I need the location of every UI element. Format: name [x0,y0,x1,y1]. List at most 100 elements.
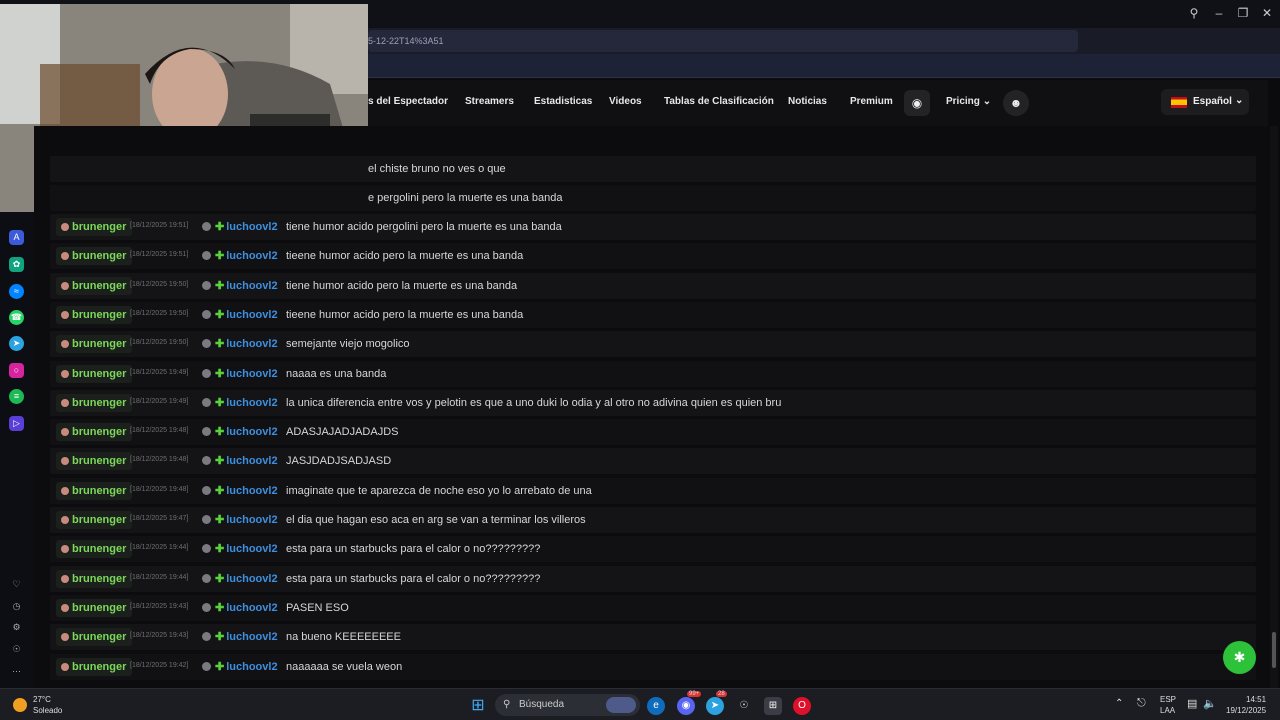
message-text: JASJDADJSADJASD [286,455,392,468]
heart-icon[interactable]: ♡ [9,577,24,592]
channel-user-chip[interactable]: brunenger [56,276,133,295]
player-icon[interactable]: ▷ [9,416,24,431]
message-sender[interactable]: ✚ luchoovl2 [215,542,278,555]
share-button[interactable]: ✱ [1223,641,1256,674]
channel-user-chip[interactable]: brunenger [56,218,133,236]
channel-user-chip[interactable]: brunenger [56,569,133,588]
messenger-icon[interactable]: ≈ [9,284,24,299]
maximize-icon[interactable]: ❐ [1235,6,1251,20]
channel-user-chip[interactable]: brunenger [56,657,133,676]
message-sender[interactable]: ✚ luchoovl2 [215,630,278,643]
spotify-icon[interactable]: ≡ [9,389,24,404]
message-sender[interactable]: ✚ luchoovl2 [215,249,278,262]
channel-user-chip[interactable]: brunenger [56,481,133,500]
vip-gem-icon: ✚ [215,484,225,497]
message-sender[interactable]: ✚ luchoovl2 [215,220,278,233]
channel-user-chip[interactable]: brunenger [56,452,133,471]
message-sender[interactable]: ✚ luchoovl2 [215,337,278,350]
user-icon[interactable]: ☻ [1003,90,1029,116]
input-layout[interactable]: LAA [1160,706,1175,715]
nav-link-premium[interactable]: Premium [850,96,893,107]
nav-link-streamers[interactable]: Streamers [465,96,514,107]
network-icon[interactable]: ▤ [1187,697,1197,710]
channel-user-chip[interactable]: brunenger [56,540,133,559]
instagram-icon[interactable]: ○ [9,363,24,378]
message-sender[interactable]: ✚ luchoovl2 [215,660,278,673]
channel-user-chip[interactable]: brunenger [56,364,133,383]
opera-icon[interactable]: O [793,697,811,715]
message-sender[interactable]: ✚ luchoovl2 [215,396,278,409]
taskbar-search[interactable]: ⚲ Búsqueda [495,694,640,716]
nav-link-tablas[interactable]: Tablas de Clasificación [664,96,774,107]
message-sender[interactable]: ✚ luchoovl2 [215,513,278,526]
nav-link-estadisticas[interactable]: Estadisticas [534,96,592,107]
sender-name: luchoovl2 [226,338,278,351]
channel-user-chip[interactable]: brunenger [56,598,133,617]
channel-user-chip[interactable]: brunenger [56,335,133,354]
more-icon[interactable]: ⋯ [9,664,24,679]
message-sender[interactable]: ✚ luchoovl2 [215,279,278,292]
badge-icon [202,544,211,554]
badge-icon [202,339,211,349]
vip-gem-icon: ✚ [215,660,225,673]
weather-desc[interactable]: Soleado [33,706,62,715]
chatgpt-icon[interactable]: ✿ [9,257,24,272]
telegram-icon[interactable]: ➤ [706,697,724,715]
microphone-icon[interactable]: ⎋ [1137,697,1146,710]
pricing-dropdown[interactable]: Pricing ⌄ [946,96,991,107]
chevron-up-icon[interactable]: ⌃ [1115,698,1123,709]
clock-date[interactable]: 19/12/2025 [1226,706,1266,715]
volume-icon[interactable]: 🔈 [1203,697,1217,710]
badge-icon [202,456,211,466]
nav-link-noticias[interactable]: Noticias [788,96,827,107]
chevron-down-icon: ⌄ [982,96,992,107]
minimize-icon[interactable]: – [1211,6,1227,20]
scrollbar-thumb[interactable] [1272,632,1276,668]
weather-temp[interactable]: 27°C [33,695,51,704]
discord-icon[interactable]: ◉ [677,697,695,715]
language-selector[interactable]: Español ⌄ [1161,89,1249,115]
calculator-icon[interactable]: ⊞ [764,697,782,715]
message-sender[interactable]: ✚ luchoovl2 [215,425,278,438]
message-sender[interactable]: ✚ luchoovl2 [215,308,278,321]
input-language[interactable]: ESP [1160,695,1176,704]
vip-gem-icon: ✚ [215,455,225,468]
channel-user-chip[interactable]: brunenger [56,423,133,442]
obs-icon[interactable]: ☉ [735,697,753,715]
channel-user-chip[interactable]: brunenger [56,628,133,647]
notification-badge: 28 [716,691,727,697]
windows-start-icon[interactable]: ⊞ [469,697,487,715]
channel-user-chip[interactable]: brunenger [56,393,133,412]
chat-row: brunenger [18/12/2025 19:50] ✚ luchoovl2 tie… [50,301,1256,328]
channel-user-chip[interactable]: brunenger [56,247,133,266]
message-sender[interactable]: ✚ luchoovl2 [215,572,278,585]
close-icon[interactable]: ✕ [1259,6,1275,20]
channel-user-chip[interactable]: brunenger [56,511,133,529]
message-timestamp: [18/12/2025 19:48] [130,427,189,435]
history-icon[interactable]: ◷ [9,599,24,614]
message-sender[interactable]: ✚ luchoovl2 [215,484,278,497]
spain-flag-icon [1171,97,1187,108]
scrollbar[interactable] [1270,126,1278,688]
edge-icon[interactable]: e [647,697,665,715]
whatsapp-icon[interactable]: ☎ [9,310,24,325]
sender-name: luchoovl2 [226,514,278,526]
url-field[interactable]: 5-12-22T14%3A51 [368,30,1078,52]
message-sender[interactable]: ✚ luchoovl2 [215,601,278,614]
telegram-icon[interactable]: ➤ [9,336,24,351]
aria-icon[interactable]: A [9,230,24,245]
bookmark-bar [368,54,1280,78]
clock-time[interactable]: 14:51 [1246,695,1266,704]
message-sender[interactable]: ✚ luchoovl2 [215,367,278,380]
discord-icon[interactable]: ◉ [904,90,930,116]
sender-name: luchoovl2 [226,543,278,556]
badge-icon [202,573,211,583]
search-icon[interactable]: ⚲ [1186,6,1202,20]
lightbulb-icon[interactable]: ☉ [9,642,24,657]
vip-gem-icon: ✚ [215,221,225,233]
nav-link-espectador[interactable]: s del Espectador [368,96,448,107]
message-sender[interactable]: ✚ luchoovl2 [215,454,278,467]
settings-icon[interactable]: ⚙ [9,620,24,635]
nav-link-videos[interactable]: Videos [609,96,642,107]
channel-user-chip[interactable]: brunenger [56,305,133,324]
